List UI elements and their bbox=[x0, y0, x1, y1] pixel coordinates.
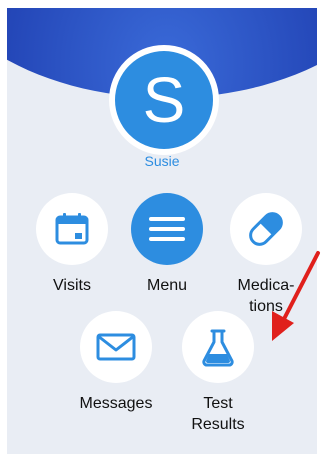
user-name[interactable]: Susie bbox=[7, 153, 317, 169]
pill-capsule-icon bbox=[249, 212, 283, 246]
envelope-icon bbox=[96, 333, 136, 361]
menu-button[interactable]: Menu bbox=[122, 193, 212, 296]
menu-icon-circle[interactable] bbox=[131, 193, 203, 265]
test-results-label: Test Results bbox=[191, 395, 245, 433]
avatar[interactable]: S bbox=[115, 51, 213, 149]
messages-button[interactable]: Messages bbox=[71, 311, 161, 414]
menu-label: Menu bbox=[146, 277, 188, 294]
messages-label: Messages bbox=[79, 395, 153, 412]
home-panel: S Susie Visits Menu Medica- tions Messag… bbox=[7, 8, 317, 454]
test-results-button[interactable]: Test Results bbox=[173, 311, 263, 435]
visits-label: Visits bbox=[53, 277, 91, 294]
test-results-icon-circle[interactable] bbox=[182, 311, 254, 383]
flask-icon bbox=[202, 329, 234, 367]
visits-button[interactable]: Visits bbox=[27, 193, 117, 296]
calendar-icon bbox=[55, 213, 89, 245]
avatar-initial: S bbox=[142, 64, 186, 136]
medications-button[interactable]: Medica- tions bbox=[218, 193, 314, 317]
medications-icon-circle[interactable] bbox=[230, 193, 302, 265]
app-screen: S Susie Visits Menu Medica- tions Messag… bbox=[0, 0, 325, 463]
messages-icon-circle[interactable] bbox=[80, 311, 152, 383]
hamburger-menu-icon bbox=[149, 217, 185, 241]
visits-icon-circle[interactable] bbox=[36, 193, 108, 265]
avatar-frame: S bbox=[109, 45, 219, 155]
